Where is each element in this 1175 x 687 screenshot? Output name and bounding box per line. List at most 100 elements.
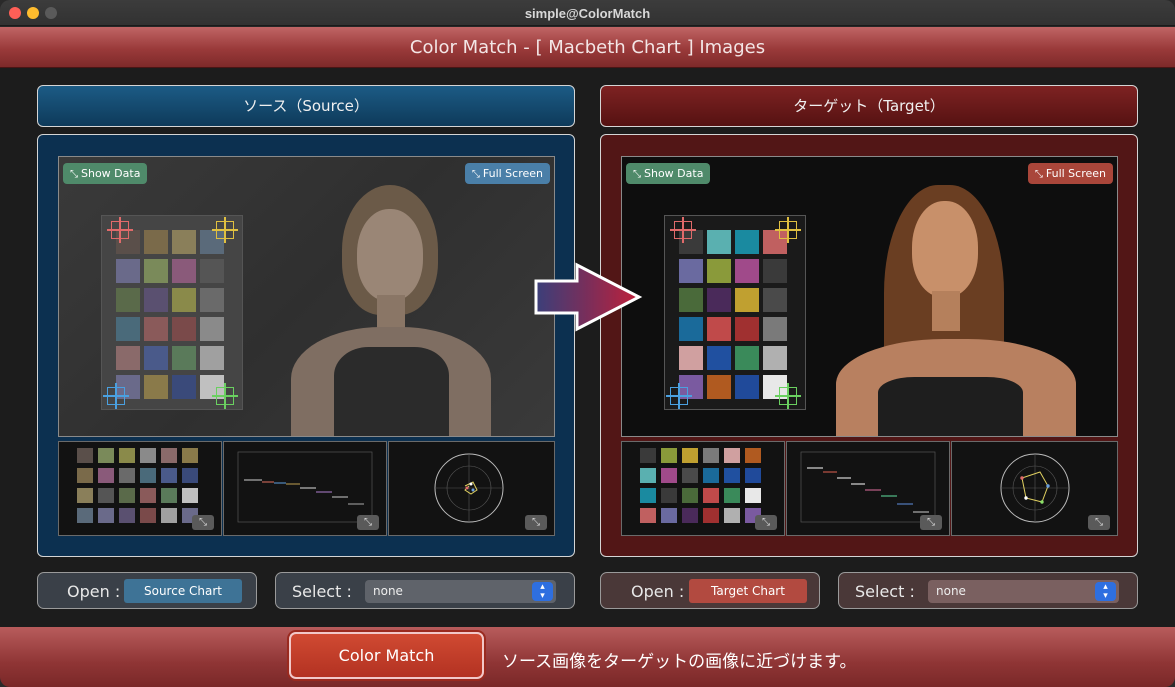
target-full-screen-button[interactable]: ⤡ Full Screen (1027, 163, 1113, 184)
up-down-chevron-icon: ▴ ▾ (1095, 582, 1116, 601)
chart-swatch (763, 288, 787, 312)
mini-swatch (640, 448, 656, 463)
mini-swatch (98, 448, 114, 463)
mini-swatch (745, 448, 761, 463)
expand-icon[interactable]: ⤡ (525, 515, 547, 530)
mini-swatch (161, 468, 177, 483)
chart-swatch (707, 375, 731, 399)
chart-swatch (763, 259, 787, 283)
mini-swatch (682, 468, 698, 483)
mini-swatch (682, 488, 698, 503)
chart-swatch (707, 317, 731, 341)
mini-swatch (140, 488, 156, 503)
chart-swatch (679, 288, 703, 312)
mini-swatch (682, 448, 698, 463)
source-open-group: Open : Source Chart (37, 572, 257, 609)
source-open-label: Open : (67, 582, 121, 601)
corner-marker[interactable] (775, 217, 801, 243)
corner-marker[interactable] (775, 383, 801, 409)
source-select-dropdown[interactable]: none ▴ ▾ (365, 580, 556, 603)
chart-swatch (735, 375, 759, 399)
expand-icon: ⤡ (471, 169, 480, 180)
chart-swatch (200, 288, 224, 312)
mini-swatch (640, 508, 656, 523)
target-show-data-button[interactable]: ⤡ Show Data (626, 163, 711, 184)
target-waveform-preview: ⤡ (786, 441, 950, 536)
corner-marker[interactable] (670, 217, 696, 243)
target-panel: ⤡ Show Data ⤡ Full Screen ⤡ ⤡ ⤡ (600, 134, 1138, 557)
corner-marker[interactable] (212, 217, 238, 243)
source-show-data-button[interactable]: ⤡ Show Data (63, 163, 148, 184)
mini-swatch (140, 448, 156, 463)
chart-swatch (172, 288, 196, 312)
mini-swatch (724, 508, 740, 523)
mini-swatch (182, 448, 198, 463)
source-vectorscope-preview: ⤡ (388, 441, 555, 536)
corner-marker[interactable] (212, 383, 238, 409)
mini-swatch (161, 448, 177, 463)
expand-icon: ⤡ (70, 169, 78, 180)
expand-icon[interactable]: ⤡ (192, 515, 214, 530)
chart-swatch (763, 346, 787, 370)
expand-icon: ⤡ (1034, 169, 1043, 180)
mini-swatch (119, 508, 135, 523)
target-chart-button[interactable]: Target Chart (689, 579, 807, 603)
chart-swatch (707, 288, 731, 312)
mini-swatch (661, 488, 677, 503)
target-open-label: Open : (631, 582, 685, 601)
mini-swatch (724, 488, 740, 503)
target-select-dropdown[interactable]: none ▴ ▾ (928, 580, 1119, 603)
target-heading: ターゲット（Target） (600, 85, 1138, 127)
mini-swatch (640, 468, 656, 483)
source-macbeth-chart (101, 215, 243, 410)
expand-icon[interactable]: ⤡ (1088, 515, 1110, 530)
chart-swatch (679, 317, 703, 341)
source-select-group: Select : none ▴ ▾ (275, 572, 575, 609)
chart-swatch (735, 346, 759, 370)
app-window: simple@ColorMatch Color Match - [ Macbet… (0, 0, 1175, 687)
chart-swatch (735, 288, 759, 312)
mini-swatch (745, 468, 761, 483)
chart-swatch (172, 317, 196, 341)
mini-swatch (98, 488, 114, 503)
source-full-screen-button[interactable]: ⤡ Full Screen (464, 163, 550, 184)
chart-swatch (144, 317, 168, 341)
footer-message: ソース画像をターゲットの画像に近づけます。 (502, 652, 857, 672)
chart-swatch (679, 259, 703, 283)
mini-swatch (161, 508, 177, 523)
footer-bar: Color Match ソース画像をターゲットの画像に近づけます。 (0, 627, 1175, 687)
corner-marker[interactable] (666, 383, 692, 409)
mini-swatch (161, 488, 177, 503)
expand-icon[interactable]: ⤡ (920, 515, 942, 530)
mini-swatch (703, 468, 719, 483)
mini-swatch (703, 448, 719, 463)
expand-icon[interactable]: ⤡ (755, 515, 777, 530)
mini-swatch (119, 468, 135, 483)
source-image: ⤡ Show Data ⤡ Full Screen (58, 156, 555, 437)
expand-icon[interactable]: ⤡ (357, 515, 379, 530)
source-select-label: Select : (292, 582, 352, 601)
chart-swatch (172, 346, 196, 370)
mini-swatch (98, 508, 114, 523)
source-chart-button[interactable]: Source Chart (124, 579, 242, 603)
chart-swatch (172, 259, 196, 283)
chart-swatch (144, 230, 168, 254)
right-arrow-icon (534, 262, 643, 332)
color-match-button[interactable]: Color Match (289, 632, 484, 679)
target-select-label: Select : (855, 582, 915, 601)
chart-swatch (707, 259, 731, 283)
chart-swatch (200, 317, 224, 341)
target-image: ⤡ Show Data ⤡ Full Screen (621, 156, 1118, 437)
up-down-chevron-icon: ▴ ▾ (532, 582, 553, 601)
mini-swatch (661, 448, 677, 463)
source-heading: ソース（Source） (37, 85, 575, 127)
mini-swatch (724, 468, 740, 483)
source-swatch-preview: ⤡ (58, 441, 222, 536)
chart-swatch (735, 317, 759, 341)
chart-swatch (144, 288, 168, 312)
chart-swatch (707, 230, 731, 254)
mini-swatch (119, 488, 135, 503)
chart-swatch (116, 346, 140, 370)
corner-marker[interactable] (107, 217, 133, 243)
corner-marker[interactable] (103, 383, 129, 409)
